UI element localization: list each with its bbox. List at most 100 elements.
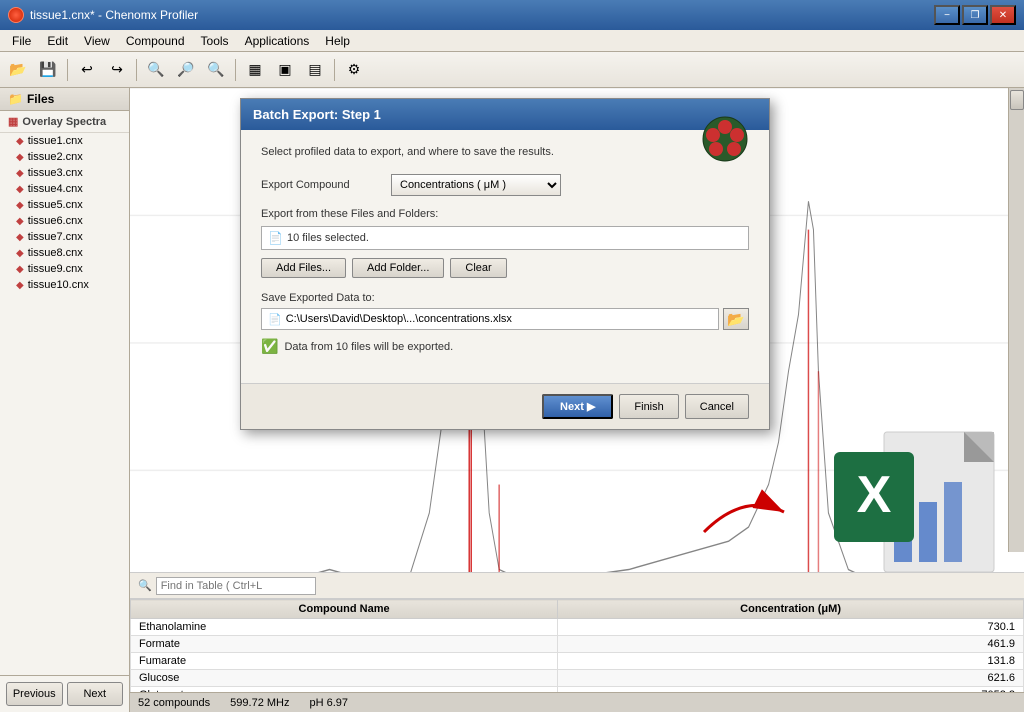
redo-button[interactable]: ↪ (103, 56, 131, 84)
menu-compound[interactable]: Compound (118, 32, 193, 50)
dialog-subtitle: Select profiled data to export, and wher… (261, 146, 749, 158)
file-icon-3: ◆ (16, 168, 24, 179)
view2-button[interactable]: ▣ (271, 56, 299, 84)
file-label-3: tissue3.cnx (28, 167, 83, 179)
sidebar-item-tissue5[interactable]: ◆ tissue5.cnx (0, 197, 129, 213)
toolbar-separator-1 (67, 59, 68, 81)
status-check-icon: ✅ (261, 338, 278, 355)
sidebar-item-tissue2[interactable]: ◆ tissue2.cnx (0, 149, 129, 165)
save-path-text: C:\Users\David\Desktop\...\concentration… (286, 313, 512, 325)
sidebar-title: Files (27, 92, 54, 106)
file-label-4: tissue4.cnx (28, 183, 83, 195)
svg-text:X: X (857, 466, 892, 524)
open-button[interactable]: 📂 (4, 56, 32, 84)
undo-button[interactable]: ↩ (73, 56, 101, 84)
search-button[interactable]: 🔍 (142, 56, 170, 84)
file-label-10: tissue10.cnx (28, 279, 89, 291)
dialog-body: Select profiled data to export, and wher… (241, 130, 769, 383)
sidebar-item-tissue3[interactable]: ◆ tissue3.cnx (0, 165, 129, 181)
settings-button[interactable]: ⚙ (340, 56, 368, 84)
toolbar: 📂 💾 ↩ ↪ 🔍 🔎 🔍 ▦ ▣ ▤ ⚙ (0, 52, 1024, 88)
restore-button[interactable]: ❐ (962, 5, 988, 25)
files-selected-text: 10 files selected. (287, 232, 369, 244)
menu-tools[interactable]: Tools (193, 32, 237, 50)
file-icon-5: ◆ (16, 200, 24, 211)
file-label-8: tissue8.cnx (28, 247, 83, 259)
finish-button[interactable]: Finish (619, 394, 678, 419)
add-folder-button[interactable]: Add Folder... (352, 258, 444, 278)
file-icon-8: ◆ (16, 248, 24, 259)
menu-edit[interactable]: Edit (39, 32, 76, 50)
export-status-message: ✅ Data from 10 files will be exported. (261, 338, 749, 355)
sidebar-footer: Previous Next (0, 675, 129, 712)
chenomx-logo (701, 115, 749, 163)
export-compound-control: Concentrations ( μM ) Compound Amounts P… (391, 174, 749, 196)
sidebar-item-tissue4[interactable]: ◆ tissue4.cnx (0, 181, 129, 197)
menu-view[interactable]: View (76, 32, 118, 50)
menu-file[interactable]: File (4, 32, 39, 50)
export-compound-select[interactable]: Concentrations ( μM ) Compound Amounts P… (391, 174, 561, 196)
clear-button[interactable]: Clear (450, 258, 506, 278)
file-icon-2: ◆ (16, 152, 24, 163)
excel-icon-overlay: X (804, 422, 1004, 582)
app-icon (8, 7, 24, 23)
files-buttons-row: Add Files... Add Folder... Clear (261, 258, 749, 278)
close-button[interactable]: ✕ (990, 5, 1016, 25)
file-icon-9: ◆ (16, 264, 24, 275)
dialog-title: Batch Export: Step 1 (253, 107, 381, 122)
batch-export-dialog: Batch Export: Step 1 Select profiled dat… (240, 98, 770, 430)
files-section: Export from these Files and Folders: 📄 1… (261, 208, 749, 278)
menu-help[interactable]: Help (317, 32, 358, 50)
save-label: Save Exported Data to: (261, 292, 749, 304)
save-button[interactable]: 💾 (34, 56, 62, 84)
dialog-header: Batch Export: Step 1 (241, 99, 769, 130)
export-compound-row: Export Compound Concentrations ( μM ) Co… (261, 174, 749, 196)
sidebar-item-tissue9[interactable]: ◆ tissue9.cnx (0, 261, 129, 277)
files-box-icon: 📄 (268, 231, 283, 245)
next-file-button[interactable]: Next (67, 682, 124, 706)
sidebar-item-tissue7[interactable]: ◆ tissue7.cnx (0, 229, 129, 245)
overlay-spectra-section: ▦ Overlay Spectra (0, 111, 129, 133)
title-bar: tissue1.cnx* - Chenomx Profiler − ❐ ✕ (0, 0, 1024, 30)
export-compound-label: Export Compound (261, 179, 391, 191)
search-down-button[interactable]: 🔍 (202, 56, 230, 84)
toolbar-separator-3 (235, 59, 236, 81)
sidebar-item-tissue6[interactable]: ◆ tissue6.cnx (0, 213, 129, 229)
view3-button[interactable]: ▤ (301, 56, 329, 84)
files-selected-box: 📄 10 files selected. (261, 226, 749, 250)
file-icon-6: ◆ (16, 216, 24, 227)
add-files-button[interactable]: Add Files... (261, 258, 346, 278)
sidebar: 📁 Files ▦ Overlay Spectra ◆ tissue1.cnx … (0, 88, 130, 712)
dialog-footer: Next ▶ Finish Cancel (241, 383, 769, 429)
file-icon-4: ◆ (16, 184, 24, 195)
browse-button[interactable]: 📂 (723, 308, 749, 330)
sidebar-item-tissue1[interactable]: ◆ tissue1.cnx (0, 133, 129, 149)
previous-button[interactable]: Previous (6, 682, 63, 706)
search-up-button[interactable]: 🔎 (172, 56, 200, 84)
overlay-icon: ▦ (8, 115, 18, 128)
minimize-button[interactable]: − (934, 5, 960, 25)
file-label-2: tissue2.cnx (28, 151, 83, 163)
file-icon-7: ◆ (16, 232, 24, 243)
sidebar-item-tissue10[interactable]: ◆ tissue10.cnx (0, 277, 129, 293)
save-path-icon: 📄 (268, 313, 282, 326)
dialog-overlay: Batch Export: Step 1 Select profiled dat… (130, 88, 1024, 712)
file-label-6: tissue6.cnx (28, 215, 83, 227)
main-layout: 📁 Files ▦ Overlay Spectra ◆ tissue1.cnx … (0, 88, 1024, 712)
toolbar-separator-2 (136, 59, 137, 81)
sidebar-header: 📁 Files (0, 88, 129, 111)
window-title: tissue1.cnx* - Chenomx Profiler (30, 8, 198, 22)
excel-svg: X (804, 422, 1004, 582)
export-arrow (684, 482, 804, 542)
cancel-button[interactable]: Cancel (685, 394, 749, 419)
view1-button[interactable]: ▦ (241, 56, 269, 84)
save-path-display: 📄 C:\Users\David\Desktop\...\concentrati… (261, 308, 719, 330)
file-label-1: tissue1.cnx (28, 135, 83, 147)
file-icon-10: ◆ (16, 280, 24, 291)
menu-applications[interactable]: Applications (237, 32, 318, 50)
folder-icon: 📁 (8, 92, 23, 106)
toolbar-separator-4 (334, 59, 335, 81)
file-label-7: tissue7.cnx (28, 231, 83, 243)
sidebar-item-tissue8[interactable]: ◆ tissue8.cnx (0, 245, 129, 261)
next-button[interactable]: Next ▶ (542, 394, 613, 419)
